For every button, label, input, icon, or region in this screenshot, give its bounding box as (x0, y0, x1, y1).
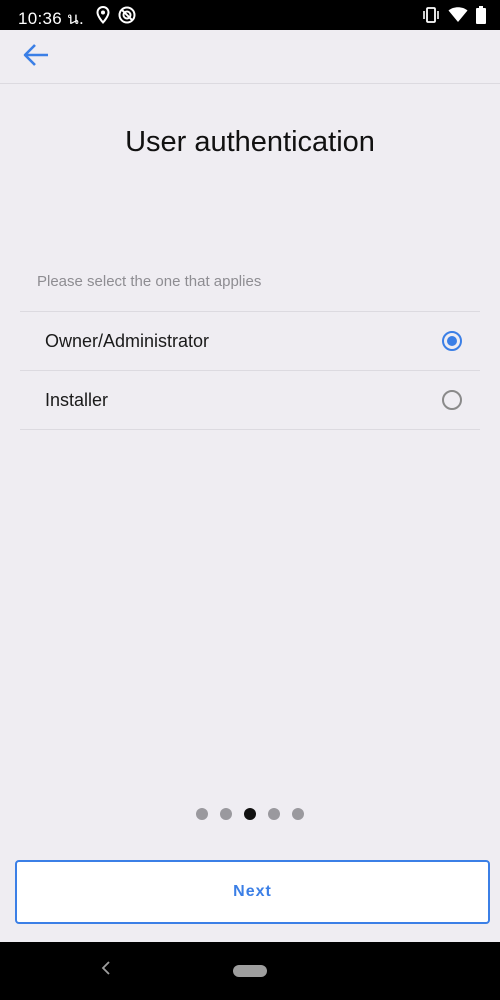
do-not-disturb-icon (118, 6, 136, 24)
wifi-icon (448, 7, 468, 23)
page-dot (196, 808, 208, 820)
status-right-icons (422, 6, 486, 24)
option-label: Owner/Administrator (45, 330, 210, 351)
nav-home-pill[interactable] (233, 965, 267, 977)
selection-prompt: Please select the one that applies (37, 273, 262, 290)
arrow-left-icon (22, 43, 50, 72)
chevron-left-icon (101, 960, 111, 980)
radio-selected-icon[interactable] (442, 331, 462, 351)
back-button[interactable] (14, 39, 58, 75)
page-title: User authentication (125, 126, 375, 158)
page-indicator (0, 808, 500, 820)
vibrate-icon (422, 7, 440, 23)
page-dot (220, 808, 232, 820)
page-dot (268, 808, 280, 820)
screen: 10:36 น. User authentication Please sele… (0, 0, 500, 1000)
option-label: Installer (45, 389, 109, 410)
location-icon (96, 6, 110, 24)
nav-back-button[interactable] (96, 958, 116, 982)
option-owner-administrator[interactable]: Owner/Administrator (20, 311, 480, 370)
app-bar (0, 30, 500, 84)
system-nav-bar (0, 942, 500, 1000)
radio-unselected-icon[interactable] (442, 390, 462, 410)
page-dot (292, 808, 304, 820)
next-button[interactable]: Next (15, 860, 490, 924)
page-dot-active (244, 808, 256, 820)
option-installer[interactable]: Installer (20, 370, 480, 430)
role-options: Owner/Administrator Installer (20, 311, 480, 430)
status-time: 10:36 น. (18, 9, 85, 28)
battery-icon (476, 6, 486, 24)
status-bar: 10:36 น. (0, 0, 500, 30)
status-left-icons (96, 6, 136, 24)
